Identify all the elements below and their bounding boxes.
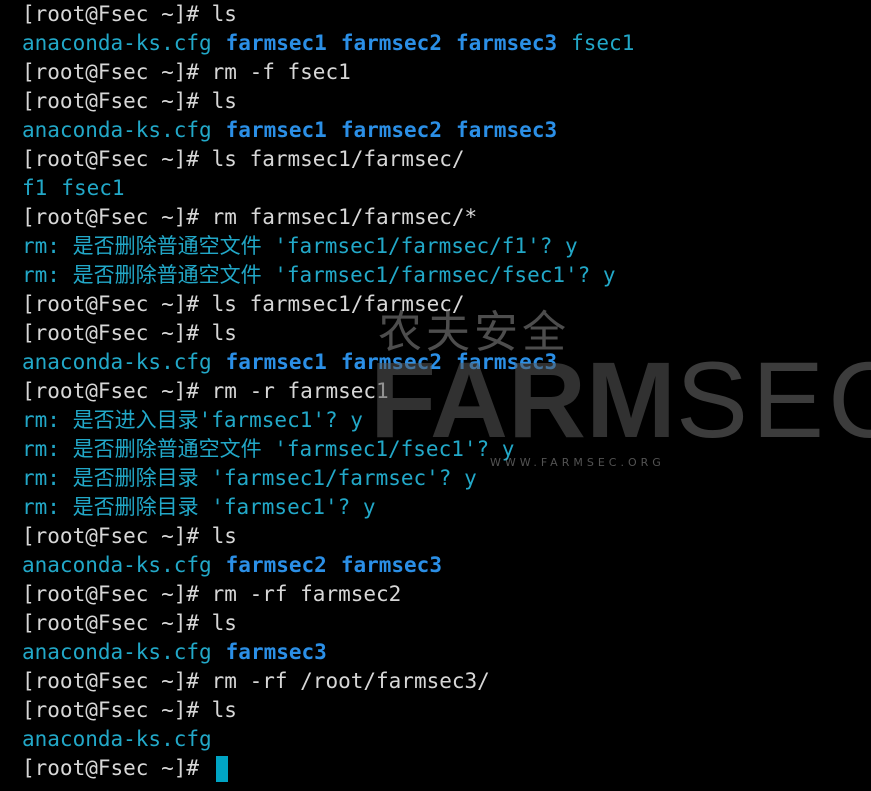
- ls-output-line: anaconda-ks.cfg: [22, 725, 862, 754]
- ls-output-line: anaconda-ks.cfg farmsec1 farmsec2 farmse…: [22, 348, 862, 377]
- ls-output-line: anaconda-ks.cfg farmsec1 farmsec2 farmse…: [22, 116, 862, 145]
- file-entry: anaconda-ks.cfg: [22, 350, 212, 374]
- directory-entry: farmsec2: [340, 350, 442, 374]
- output-text: rm: 是否删除普通空文件 'farmsec1/farmsec/fsec1'? …: [22, 263, 616, 287]
- directory-entry: farmsec2: [340, 31, 442, 55]
- command-text: rm -f fsec1: [211, 60, 351, 84]
- output-text: rm: 是否删除目录 'farmsec1/farmsec'? y: [22, 466, 477, 490]
- shell-prompt: [root@Fsec ~]#: [22, 698, 212, 722]
- shell-prompt: [root@Fsec ~]#: [22, 147, 212, 171]
- prompt-line: [root@Fsec ~]# rm farmsec1/farmsec/*: [22, 203, 862, 232]
- command-text: ls: [211, 611, 237, 635]
- directory-entry: farmsec2: [340, 118, 442, 142]
- command-text: rm -r farmsec1: [211, 379, 389, 403]
- shell-prompt: [root@Fsec ~]#: [22, 669, 212, 693]
- file-entry: anaconda-ks.cfg: [22, 118, 212, 142]
- command-output-line: rm: 是否删除目录 'farmsec1'? y: [22, 493, 862, 522]
- prompt-line: [root@Fsec ~]# rm -rf farmsec2: [22, 580, 862, 609]
- prompt-line: [root@Fsec ~]# ls: [22, 319, 862, 348]
- shell-prompt: [root@Fsec ~]#: [22, 205, 212, 229]
- output-text: rm: 是否删除目录 'farmsec1'? y: [22, 495, 376, 519]
- file-entry: anaconda-ks.cfg: [22, 553, 212, 577]
- prompt-line: [root@Fsec ~]# ls: [22, 609, 862, 638]
- prompt-line: [root@Fsec ~]# rm -rf /root/farmsec3/: [22, 667, 862, 696]
- file-entry: anaconda-ks.cfg: [22, 640, 212, 664]
- command-output-line: rm: 是否进入目录'farmsec1'? y: [22, 406, 862, 435]
- prompt-line: [root@Fsec ~]#: [22, 754, 862, 783]
- command-output-line: rm: 是否删除普通空文件 'farmsec1/farmsec/f1'? y: [22, 232, 862, 261]
- command-text: rm -rf farmsec2: [211, 582, 402, 606]
- prompt-line: [root@Fsec ~]# ls: [22, 522, 862, 551]
- command-text: ls farmsec1/farmsec/: [211, 147, 465, 171]
- prompt-line: [root@Fsec ~]# ls: [22, 696, 862, 725]
- shell-prompt: [root@Fsec ~]#: [22, 321, 212, 345]
- directory-entry: farmsec3: [455, 31, 558, 55]
- file-entry: f1: [22, 176, 48, 200]
- shell-prompt: [root@Fsec ~]#: [22, 89, 212, 113]
- prompt-line: [root@Fsec ~]# rm -f fsec1: [22, 58, 862, 87]
- command-text: ls farmsec1/farmsec/: [211, 292, 465, 316]
- shell-prompt: [root@Fsec ~]#: [22, 292, 212, 316]
- shell-prompt: [root@Fsec ~]#: [22, 611, 212, 635]
- terminal-output: [root@Fsec ~]# ls anaconda-ks.cfg farmsec…: [22, 0, 862, 783]
- prompt-line: [root@Fsec ~]# ls: [22, 87, 862, 116]
- command-text: ls: [211, 89, 237, 113]
- shell-prompt: [root@Fsec ~]#: [22, 756, 212, 780]
- shell-prompt: [root@Fsec ~]#: [22, 582, 212, 606]
- terminal-window[interactable]: [root@Fsec ~]# ls anaconda-ks.cfg farmsec…: [0, 0, 871, 791]
- ls-output-line: anaconda-ks.cfg farmsec1 farmsec2 farmse…: [22, 29, 862, 58]
- command-output-line: rm: 是否删除普通空文件 'farmsec1/fsec1'? y: [22, 435, 862, 464]
- directory-entry: farmsec3: [455, 118, 558, 142]
- directory-entry: farmsec1: [225, 350, 327, 374]
- directory-entry: farmsec3: [340, 553, 442, 577]
- shell-prompt: [root@Fsec ~]#: [22, 60, 212, 84]
- shell-prompt: [root@Fsec ~]#: [22, 379, 212, 403]
- file-entry: anaconda-ks.cfg: [22, 31, 212, 55]
- prompt-line: [root@Fsec ~]# ls farmsec1/farmsec/: [22, 290, 862, 319]
- ls-output-line: anaconda-ks.cfg farmsec2 farmsec3: [22, 551, 862, 580]
- directory-entry: farmsec2: [225, 553, 327, 577]
- prompt-line: [root@Fsec ~]# ls: [22, 0, 862, 29]
- output-text: rm: 是否删除普通空文件 'farmsec1/farmsec/f1'? y: [22, 234, 578, 258]
- command-text: ls: [211, 698, 237, 722]
- directory-entry: farmsec1: [225, 31, 327, 55]
- file-entry: fsec1: [61, 176, 125, 200]
- command-text: ls: [211, 2, 237, 26]
- output-text: rm: 是否进入目录'farmsec1'? y: [22, 408, 363, 432]
- output-text: rm: 是否删除普通空文件 'farmsec1/fsec1'? y: [22, 437, 515, 461]
- command-text: rm farmsec1/farmsec/*: [211, 205, 478, 229]
- command-text: ls: [211, 321, 237, 345]
- shell-prompt: [root@Fsec ~]#: [22, 2, 212, 26]
- prompt-line: [root@Fsec ~]# ls farmsec1/farmsec/: [22, 145, 862, 174]
- text-cursor[interactable]: [215, 756, 228, 782]
- prompt-line: [root@Fsec ~]# rm -r farmsec1: [22, 377, 862, 406]
- directory-entry: farmsec3: [455, 350, 558, 374]
- command-text: rm -rf /root/farmsec3/: [211, 669, 490, 693]
- command-text: ls: [211, 524, 237, 548]
- shell-prompt: [root@Fsec ~]#: [22, 524, 212, 548]
- ls-output-line: anaconda-ks.cfg farmsec3: [22, 638, 862, 667]
- directory-entry: farmsec3: [225, 640, 327, 664]
- command-output-line: rm: 是否删除普通空文件 'farmsec1/farmsec/fsec1'? …: [22, 261, 862, 290]
- file-entry: anaconda-ks.cfg: [22, 727, 212, 751]
- directory-entry: farmsec1: [225, 118, 327, 142]
- command-output-line: rm: 是否删除目录 'farmsec1/farmsec'? y: [22, 464, 862, 493]
- ls-output-line: f1 fsec1: [22, 174, 862, 203]
- file-entry: fsec1: [571, 31, 635, 55]
